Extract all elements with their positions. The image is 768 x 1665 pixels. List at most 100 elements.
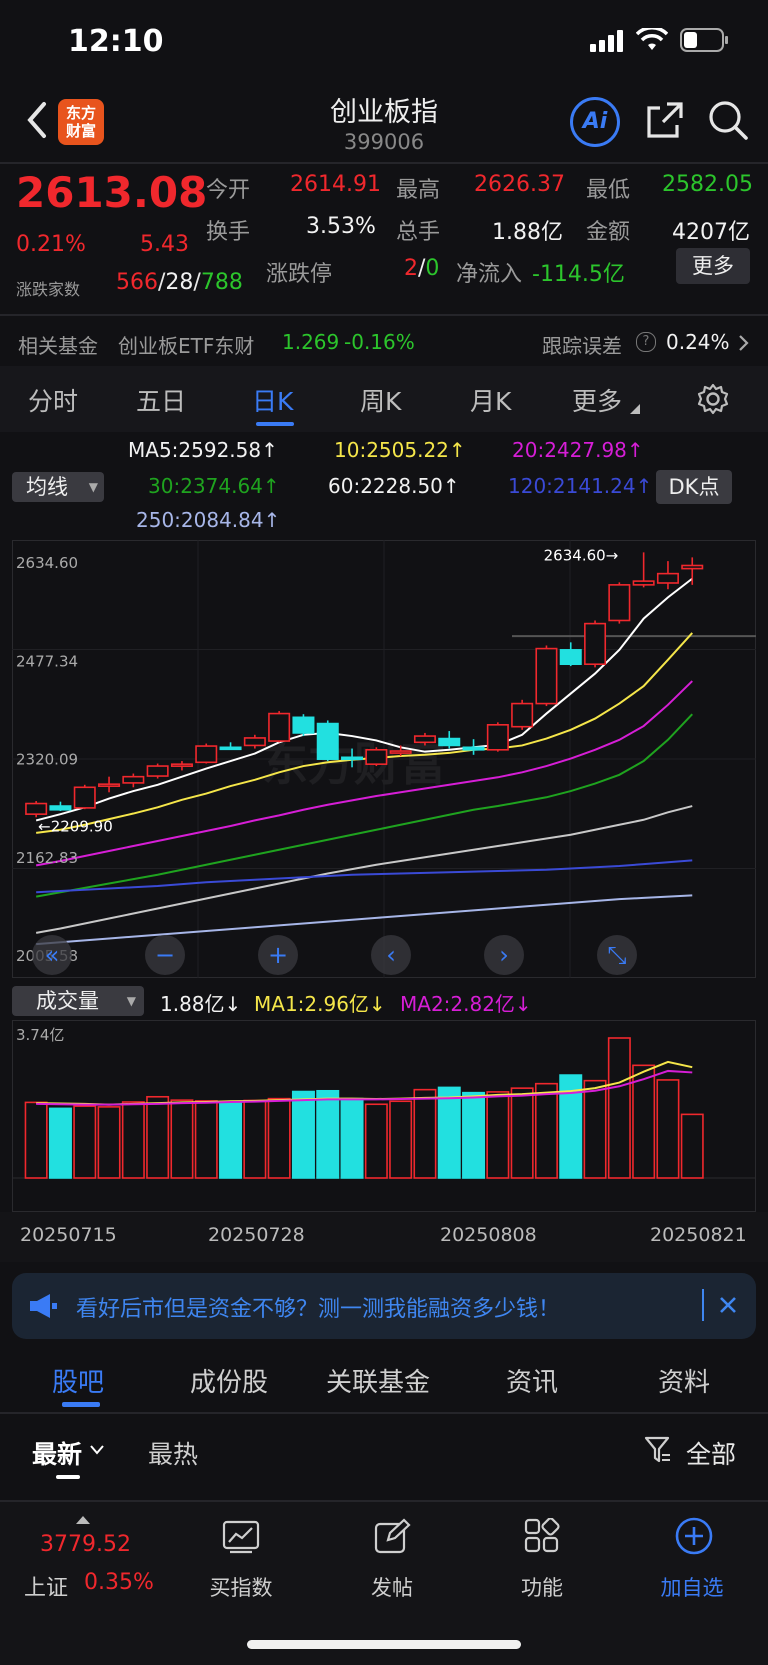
fund-price: 1.269 (282, 330, 340, 354)
low-value: 2582.05 (662, 172, 753, 197)
more-button[interactable]: 更多 (676, 248, 750, 284)
ma120-value: 120:2141.24↑ (508, 474, 653, 498)
x-tick-label: 20250808 (440, 1224, 537, 1246)
active-tab-indicator (62, 1402, 100, 1407)
candle-body (243, 737, 266, 747)
tab-more[interactable]: 更多 (572, 382, 622, 418)
volume-select[interactable]: 成交量 ▼ (12, 986, 144, 1016)
zoom-in-icon-glyph: + (268, 941, 288, 969)
triangle-icon (630, 404, 640, 414)
ma-select[interactable]: 均线 ▼ (12, 472, 104, 502)
candle-body (219, 746, 242, 751)
sort-hottest[interactable]: 最热 (148, 1435, 198, 1471)
limit-down: 0 (425, 256, 440, 281)
volume-bar (267, 1097, 291, 1179)
volume-bar (607, 1037, 631, 1179)
volume-chart[interactable]: 3.74亿 (12, 1020, 756, 1212)
ai-button[interactable]: Ai (570, 97, 620, 147)
tab-forum[interactable]: 股吧 (52, 1362, 104, 1399)
candle-body (122, 775, 145, 784)
limit-up: 2 (404, 256, 418, 281)
ma-line-ma250 (36, 894, 693, 946)
chart-icon[interactable] (222, 1520, 260, 1554)
volume-label: 总手 (396, 220, 441, 245)
candle-body (146, 765, 169, 777)
close-icon[interactable] (718, 1295, 738, 1315)
volume-bar (510, 1087, 534, 1179)
help-icon[interactable]: ? (636, 332, 656, 352)
tab-related-funds[interactable]: 关联基金 (326, 1362, 430, 1399)
nav-post[interactable]: 发帖 (332, 1572, 452, 1602)
volume-value: 1.88亿 (492, 220, 563, 245)
ma5-value: MA5:2592.58↑ (128, 438, 278, 462)
nav-add-watchlist[interactable]: 加自选 (632, 1572, 752, 1602)
volume-value: 1.88亿↓ (160, 992, 242, 1016)
search-icon[interactable] (708, 100, 750, 142)
tab-weekly-k[interactable]: 周K (360, 382, 401, 418)
status-bar: 12:10 (0, 0, 768, 80)
volume-bar (48, 1107, 72, 1179)
candle-body (413, 735, 436, 744)
tab-profile[interactable]: 资料 (658, 1362, 710, 1399)
scroll-right-icon-glyph: › (499, 941, 509, 969)
nav-functions[interactable]: 功能 (482, 1572, 602, 1602)
filter-label[interactable]: 全部 (686, 1435, 736, 1471)
tab-constituents[interactable]: 成份股 (190, 1362, 268, 1399)
ma10-value: 10:2505.22↑ (334, 438, 466, 462)
dk-button[interactable]: DK点 (656, 470, 732, 504)
tab-monthly-k[interactable]: 月K (470, 382, 511, 418)
high-value: 2626.37 (474, 172, 565, 197)
candle-body (389, 750, 412, 754)
netflow-value: -114.5亿 (532, 262, 625, 287)
tab-daily-k[interactable]: 日K (252, 382, 293, 418)
volume-bar (389, 1100, 413, 1179)
candle-body (608, 584, 631, 622)
ma60-value: 60:2228.50↑ (328, 474, 460, 498)
divider (702, 1289, 704, 1321)
chevron-down-icon (90, 1445, 104, 1455)
tab-five-day[interactable]: 五日 (136, 382, 186, 418)
expand-icon-glyph: ⤡ (607, 941, 626, 969)
volume-select-label: 成交量 (36, 989, 99, 1013)
candle-body (584, 622, 607, 666)
related-fund-row[interactable]: 相关基金 创业板ETF东财 1.269 -0.16% 跟踪误差 ? 0.24% (0, 318, 768, 364)
candle-body (462, 746, 485, 751)
limit-values: 2/0 (404, 256, 440, 281)
active-tab-indicator (256, 422, 294, 426)
grid-icon[interactable] (524, 1518, 560, 1554)
caret-up-icon (76, 1516, 90, 1524)
volume-bar (24, 1101, 48, 1179)
tab-news[interactable]: 资讯 (506, 1362, 558, 1399)
volume-ma2: MA2:2.82亿↓ (400, 992, 532, 1016)
ma-select-label: 均线 (26, 475, 68, 499)
fund-label: 相关基金 (18, 334, 98, 358)
tab-intraday[interactable]: 分时 (28, 382, 78, 418)
volume-bar (121, 1101, 145, 1179)
filter-icon[interactable] (644, 1435, 672, 1465)
high-marker-label: 2634.60→ (544, 546, 619, 564)
candle-body (292, 716, 315, 734)
volume-bar (364, 1103, 388, 1179)
volume-bar (656, 1079, 680, 1179)
volume-bar (194, 1100, 218, 1179)
low-label: 最低 (586, 178, 631, 203)
megaphone-icon (30, 1294, 57, 1318)
share-icon[interactable] (645, 100, 685, 140)
open-value: 2614.91 (290, 172, 381, 197)
gear-icon[interactable] (696, 382, 730, 416)
nav-buy-index[interactable]: 买指数 (181, 1572, 301, 1602)
current-price: 2613.08 (16, 168, 208, 217)
app-header: 东方 财富 创业板指 399006 Ai (0, 80, 768, 162)
volume-bar (583, 1079, 607, 1179)
ad-banner[interactable]: 看好后市但是资金不够？测一测我能融资多少钱！ (12, 1273, 756, 1339)
status-time: 12:10 (68, 24, 164, 59)
high-label: 最高 (396, 178, 441, 203)
dk-label: DK点 (668, 475, 720, 499)
index-price[interactable]: 3779.52 (40, 1532, 131, 1557)
edit-icon[interactable] (374, 1518, 412, 1554)
signal-icon (590, 30, 623, 52)
kline-chart[interactable]: 东方财富 2634.602477.342320.092162.832005.58… (12, 540, 756, 978)
volume-bar (462, 1091, 486, 1179)
add-circle-icon[interactable] (674, 1516, 714, 1556)
sort-latest[interactable]: 最新 (32, 1435, 82, 1471)
